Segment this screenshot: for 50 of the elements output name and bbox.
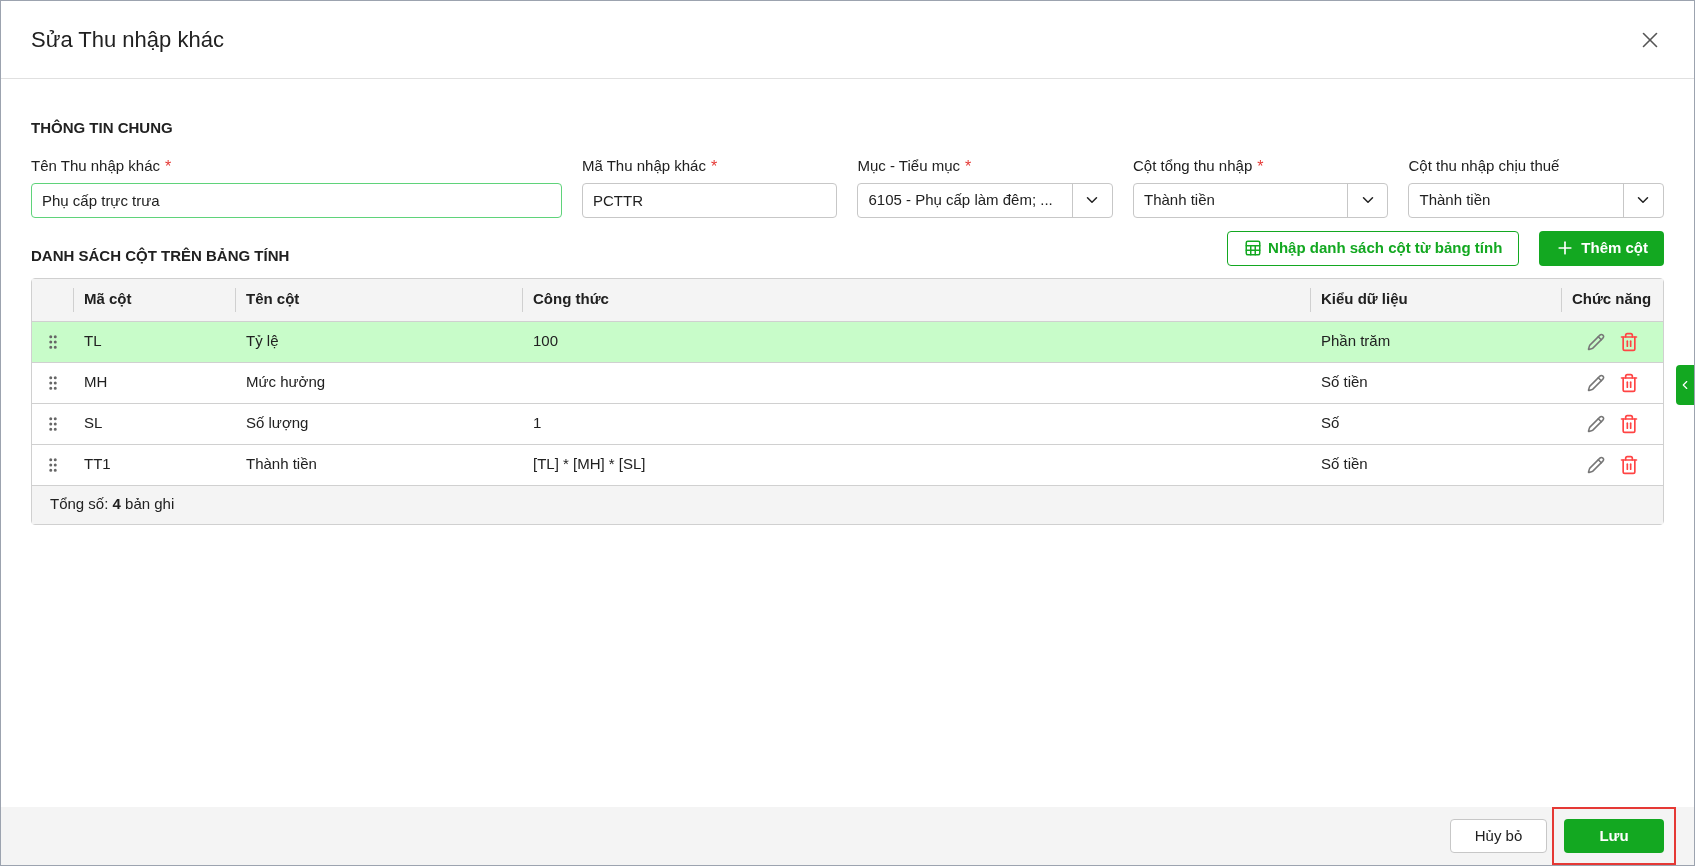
table-icon [1244, 239, 1263, 257]
field-label: Mã Thu nhập khác [581, 155, 706, 176]
select-field[interactable]: Thành tiền [1132, 182, 1389, 218]
table-cell: 1 [533, 414, 542, 432]
column-header: Mã cột [84, 289, 132, 310]
table-cell: 100 [533, 332, 559, 350]
table-row[interactable]: TL Tỷ lệ 100 Phần trăm [32, 321, 1663, 363]
delete-icon[interactable] [1618, 454, 1639, 475]
side-panel-toggle[interactable] [1676, 365, 1694, 405]
delete-icon[interactable] [1618, 413, 1639, 434]
table-cell: Số tiền [1321, 373, 1368, 391]
field-label: Cột thu nhập chịu thuế [1408, 155, 1560, 176]
table-cell: MH [84, 373, 108, 391]
delete-icon[interactable] [1618, 331, 1639, 352]
table-cell: Phần trăm [1321, 332, 1391, 350]
table-cell: Số [1321, 414, 1340, 432]
table-cell: Số tiền [1321, 455, 1368, 473]
field-label: Tên Thu nhập khác [31, 155, 160, 176]
edit-icon[interactable] [1586, 414, 1605, 433]
table-cell: TT1 [84, 455, 111, 473]
select-field[interactable]: Thành tiền [1408, 182, 1664, 218]
input-field[interactable]: PCTTR [581, 182, 838, 218]
select-field[interactable]: 6105 - Phụ cấp làm đêm; ... [857, 182, 1113, 218]
section-heading: DANH SÁCH CỘT TRÊN BẢNG TÍNH [31, 245, 290, 266]
column-header: Tên cột [246, 289, 300, 310]
field-label: Cột tổng thu nhập [1132, 155, 1253, 176]
edit-icon[interactable] [1586, 332, 1605, 351]
required-mark: * [710, 156, 718, 177]
table-cell: TL [84, 332, 102, 350]
cancel-button[interactable]: Hủy bỏ [1450, 819, 1547, 853]
table-cell: [TL] * [MH] * [SL] [533, 455, 646, 473]
section-heading: THÔNG TIN CHUNG [31, 118, 174, 138]
edit-icon[interactable] [1586, 455, 1605, 474]
required-mark: * [165, 156, 172, 177]
column-header: Chức năng [1572, 289, 1652, 310]
dialog-title: Sửa Thu nhập khác [31, 26, 224, 54]
table-cell: Số lượng [246, 414, 309, 432]
table-cell: Tỷ lệ [246, 332, 279, 350]
field-label: Mục - Tiểu mục [857, 155, 960, 176]
table-cell: Mức hưởng [246, 373, 326, 391]
required-mark: * [1257, 156, 1264, 177]
table-cell: SL [84, 414, 103, 432]
column-header: Kiểu dữ liệu [1321, 289, 1408, 310]
required-mark: * [965, 156, 972, 177]
table-cell: Thành tiền [246, 455, 317, 473]
edit-icon[interactable] [1586, 373, 1605, 392]
record-count: Tổng số: 4 bản ghi [50, 494, 175, 515]
column-header: Công thức [533, 289, 609, 310]
input-field[interactable]: Phụ cấp trực trưa [31, 182, 562, 218]
delete-icon[interactable] [1618, 372, 1639, 393]
